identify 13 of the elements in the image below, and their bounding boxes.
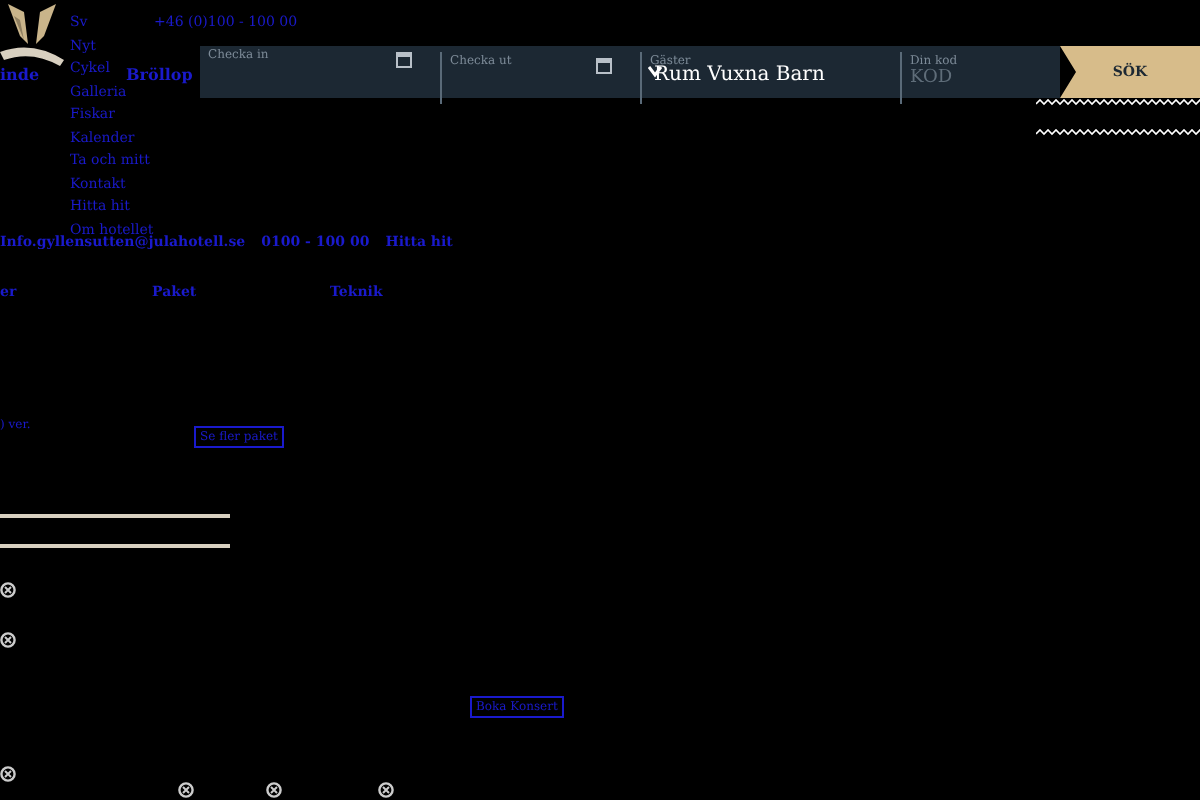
circle-icon[interactable] xyxy=(266,782,282,798)
circle-icon[interactable] xyxy=(0,582,16,598)
main-nav-link[interactable]: Bröllop xyxy=(126,62,193,86)
wavy-divider-icon xyxy=(1036,98,1200,106)
circle-icon[interactable] xyxy=(0,766,16,782)
wavy-divider-icon xyxy=(1036,128,1200,136)
main-nav-link[interactable]: inde xyxy=(0,62,40,86)
circle-icon[interactable] xyxy=(178,782,194,798)
circle-icon[interactable] xyxy=(0,632,16,648)
code-field[interactable]: KOD xyxy=(910,66,1030,93)
circle-icon[interactable] xyxy=(378,782,394,798)
calendar-icon[interactable] xyxy=(596,58,612,74)
calendar-icon[interactable] xyxy=(396,52,412,68)
